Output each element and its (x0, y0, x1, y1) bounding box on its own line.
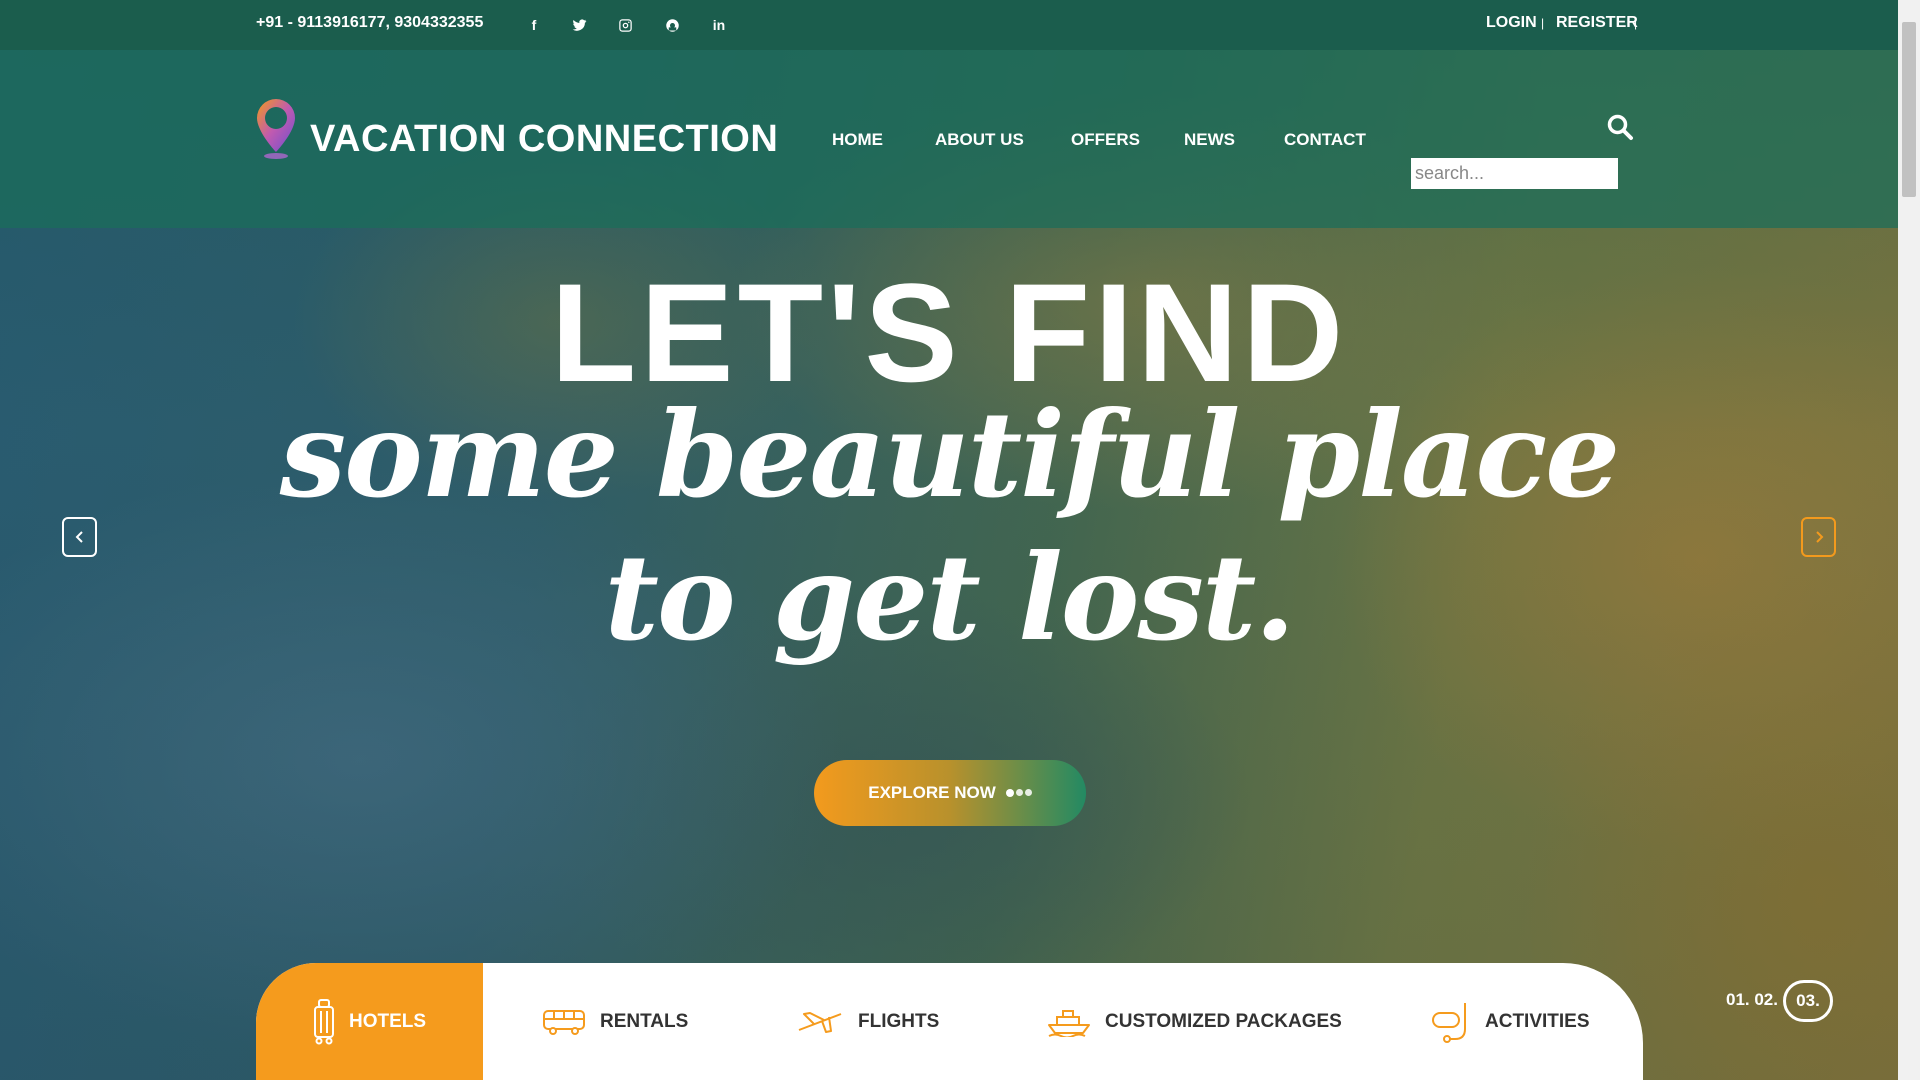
slider-next-button[interactable] (1801, 517, 1836, 557)
tab-hotels-label: HOTELS (348, 1010, 427, 1032)
nav-offers[interactable]: OFFERS (1071, 130, 1140, 150)
nav-home[interactable]: HOME (832, 130, 883, 150)
hero-tagline: to get lost. (604, 528, 1295, 667)
auth-separator: | (1541, 16, 1545, 30)
tab-rentals-label: RENTALS (600, 1010, 689, 1032)
nav-about-us[interactable]: ABOUT US (935, 130, 1024, 150)
chevron-left-icon (75, 531, 83, 543)
tab-activities[interactable]: ACTIVITIES (1431, 963, 1590, 1080)
chevron-right-icon (1815, 531, 1823, 543)
tab-rentals[interactable]: RENTALS (542, 963, 688, 1080)
tab-hotels[interactable]: HOTELS (256, 963, 483, 1080)
airplane-icon (798, 1011, 842, 1033)
explore-now-button[interactable]: EXPLORE NOW (814, 760, 1086, 826)
register-link[interactable]: REGISTER (1556, 14, 1638, 32)
phone-number: +91 - 9113916177, 9304332355 (256, 14, 484, 31)
tab-customized-packages[interactable]: CUSTOMIZED PACKAGES (1047, 963, 1342, 1080)
top-bar: +91 - 9113916177, 9304332355 f in LOGIN … (0, 0, 1898, 50)
instagram-icon[interactable] (612, 13, 638, 37)
auth-separator: | (1634, 16, 1638, 30)
tab-flights-label: FLIGHTS (858, 1010, 940, 1032)
site-logo[interactable]: VACATION CONNECTION (310, 118, 778, 161)
luggage-icon (313, 998, 334, 1044)
nav-news[interactable]: NEWS (1184, 130, 1235, 150)
location-pin-icon[interactable] (253, 96, 299, 160)
hero-subheadline: some beautiful place (279, 385, 1621, 524)
booking-tabs: HOTELS RENTALS FLIGHTS CUSTOMIZED PACKAG… (256, 963, 1643, 1080)
ship-icon (1048, 1009, 1090, 1037)
tab-activities-label: ACTIVITIES (1485, 1010, 1590, 1032)
search-input[interactable] (1411, 158, 1618, 189)
scrollbar-thumb[interactable] (1902, 22, 1916, 197)
login-link[interactable]: LOGIN (1486, 14, 1537, 32)
explore-now-label: EXPLORE NOW (868, 783, 996, 802)
snorkel-icon (1432, 1002, 1466, 1043)
dots-icon (1005, 789, 1032, 797)
skype-icon[interactable] (659, 13, 685, 37)
twitter-icon[interactable] (566, 13, 592, 37)
search-icon[interactable] (1606, 113, 1634, 141)
tab-flights[interactable]: FLIGHTS (796, 963, 939, 1080)
slide-pager-current[interactable]: 03. (1783, 980, 1833, 1022)
slider-prev-button[interactable] (62, 517, 97, 557)
facebook-icon[interactable]: f (521, 13, 547, 37)
tab-customized-packages-label: CUSTOMIZED PACKAGES (1105, 1010, 1342, 1032)
linkedin-icon[interactable]: in (706, 13, 732, 37)
bus-icon (543, 1009, 585, 1035)
slide-pager[interactable]: 01. 02. (1726, 990, 1778, 1010)
nav-contact[interactable]: CONTACT (1284, 130, 1366, 150)
